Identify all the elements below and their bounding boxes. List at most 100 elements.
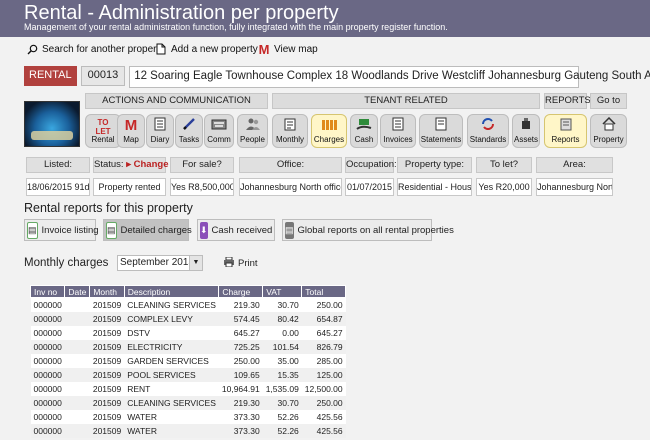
- invoice-listing-button[interactable]: ▤ Invoice listing: [24, 219, 99, 241]
- invoices-button[interactable]: Invoices: [380, 114, 416, 148]
- table-cell: 373.30: [218, 423, 263, 438]
- table-cell: 52.26: [262, 409, 302, 424]
- top-links: Search for another property Add a new pr…: [0, 42, 650, 59]
- column-header: Month: [89, 285, 125, 298]
- table-cell: 35.00: [262, 353, 302, 368]
- diary-button[interactable]: Diary: [146, 114, 174, 148]
- listed-value: 18/06/2015 91d: [26, 178, 90, 196]
- cash-received-button[interactable]: ⬇ Cash received: [197, 219, 275, 241]
- actions-category-label: ACTIONS AND COMMUNICATION: [85, 93, 268, 109]
- rental-button[interactable]: TO LET Rental: [85, 114, 121, 148]
- table-cell: 201509: [89, 367, 125, 382]
- reports-button-label: Reports: [551, 135, 580, 144]
- people-icon: [238, 117, 267, 135]
- office-label: Office:: [239, 157, 342, 173]
- table-row: 000000 201509 WATER 373.30 52.26 425.56: [30, 423, 346, 438]
- month-select[interactable]: September 2015 ▼: [117, 255, 203, 271]
- table-cell: 000000: [30, 395, 65, 410]
- reports-button[interactable]: Reports: [544, 114, 587, 148]
- monthly-button[interactable]: Monthly: [272, 114, 308, 148]
- table-cell: 0.00: [262, 325, 302, 340]
- diary-icon: [147, 117, 173, 135]
- table-cell: [64, 339, 90, 354]
- table-cell: POOL SERVICES: [124, 367, 219, 382]
- table-cell: COMPLEX LEVY: [124, 311, 219, 326]
- table-cell: 250.00: [301, 297, 346, 312]
- detailed-charges-button[interactable]: ▤ Detailed charges: [103, 219, 192, 241]
- table-cell: 30.70: [262, 395, 302, 410]
- property-type-label: Property type:: [397, 157, 472, 173]
- comm-button[interactable]: Comm: [204, 114, 234, 148]
- forsale-value: Yes R8,500,000: [170, 178, 234, 196]
- assets-button[interactable]: Assets: [512, 114, 540, 148]
- goto-category-label: Go to: [590, 93, 627, 109]
- table-cell: 000000: [30, 423, 65, 438]
- table-cell: 725.25: [218, 339, 263, 354]
- change-status-link[interactable]: ▸ Change: [126, 159, 168, 170]
- area-value: Johannesburg North: [536, 178, 613, 196]
- cash-button[interactable]: Cash: [350, 114, 378, 148]
- rental-tag: RENTAL: [24, 66, 77, 86]
- table-cell: 000000: [30, 297, 65, 312]
- detailed-charges-icon: ▤: [106, 221, 117, 239]
- table-cell: 000000: [30, 367, 65, 382]
- tolet-value: Yes R20,000: [476, 178, 532, 196]
- view-map-link[interactable]: M View map: [258, 42, 318, 57]
- table-cell: [64, 423, 90, 438]
- table-cell: DSTV: [124, 325, 219, 340]
- tolet-label: To let?: [476, 157, 532, 173]
- property-button[interactable]: Property: [590, 114, 627, 148]
- table-cell: [64, 367, 90, 382]
- refresh-icon: [468, 117, 508, 135]
- house-icon: [591, 116, 626, 135]
- statements-button-label: Statements: [420, 135, 462, 144]
- statements-button[interactable]: Statements: [419, 114, 463, 148]
- table-cell: 219.30: [218, 395, 263, 410]
- tasks-button[interactable]: Tasks: [175, 114, 203, 148]
- charges-button[interactable]: Charges: [311, 114, 347, 148]
- global-reports-icon: ▤: [285, 221, 294, 239]
- table-row: 000000 201509 RENT 10,964.91 1,535.09 12,500.…: [30, 381, 346, 396]
- table-cell: 52.26: [262, 423, 302, 438]
- table-cell: 12,500.00: [301, 381, 346, 396]
- table-cell: 101.54: [262, 339, 302, 354]
- people-button[interactable]: People: [237, 114, 268, 148]
- monthly-charges-label: Monthly charges: [24, 257, 109, 269]
- assets-icon: [513, 117, 539, 135]
- download-icon: ⬇: [200, 221, 208, 239]
- monthly-button-label: Monthly: [275, 135, 304, 144]
- invoice-listing-label: Invoice listing: [41, 224, 99, 236]
- page-subtitle: Management of your rental administration…: [24, 22, 448, 32]
- table-row: 000000 201509 DSTV 645.27 0.00 645.27: [30, 325, 346, 340]
- table-cell: 000000: [30, 339, 65, 354]
- map-button[interactable]: M Map: [117, 114, 145, 148]
- assets-button-label: Assets: [513, 135, 538, 144]
- search-property-link[interactable]: Search for another property: [26, 43, 164, 55]
- table-cell: 373.30: [218, 409, 263, 424]
- table-cell: 000000: [30, 353, 65, 368]
- column-header: Date: [64, 285, 91, 298]
- global-reports-button[interactable]: ▤ Global reports on all rental propertie…: [282, 219, 454, 241]
- status-label-cell: Status: ▸ Change: [93, 157, 168, 173]
- standards-button[interactable]: Standards: [467, 114, 509, 148]
- add-property-link[interactable]: Add a new property: [155, 43, 258, 55]
- property-photo[interactable]: [24, 101, 80, 147]
- table-cell: [64, 325, 90, 340]
- table-cell: 201509: [89, 311, 125, 326]
- invoice-icon: [381, 117, 415, 135]
- property-identity-row: RENTAL 00013 12 Soaring Eagle Townhouse …: [24, 66, 650, 88]
- table-cell: [64, 297, 90, 312]
- table-cell: 201509: [89, 297, 125, 312]
- table-cell: 201509: [89, 325, 125, 340]
- table-cell: [64, 395, 90, 410]
- table-cell: 201509: [89, 339, 125, 354]
- column-header: Total: [301, 285, 347, 298]
- view-map-label: View map: [274, 43, 318, 55]
- print-link[interactable]: Print: [223, 256, 258, 270]
- change-status-link-label: Change: [133, 159, 169, 170]
- print-label: Print: [238, 258, 258, 269]
- column-header: VAT: [262, 285, 303, 298]
- table-cell: 000000: [30, 325, 65, 340]
- property-button-label: Property: [593, 135, 624, 144]
- map-icon: M: [124, 117, 138, 134]
